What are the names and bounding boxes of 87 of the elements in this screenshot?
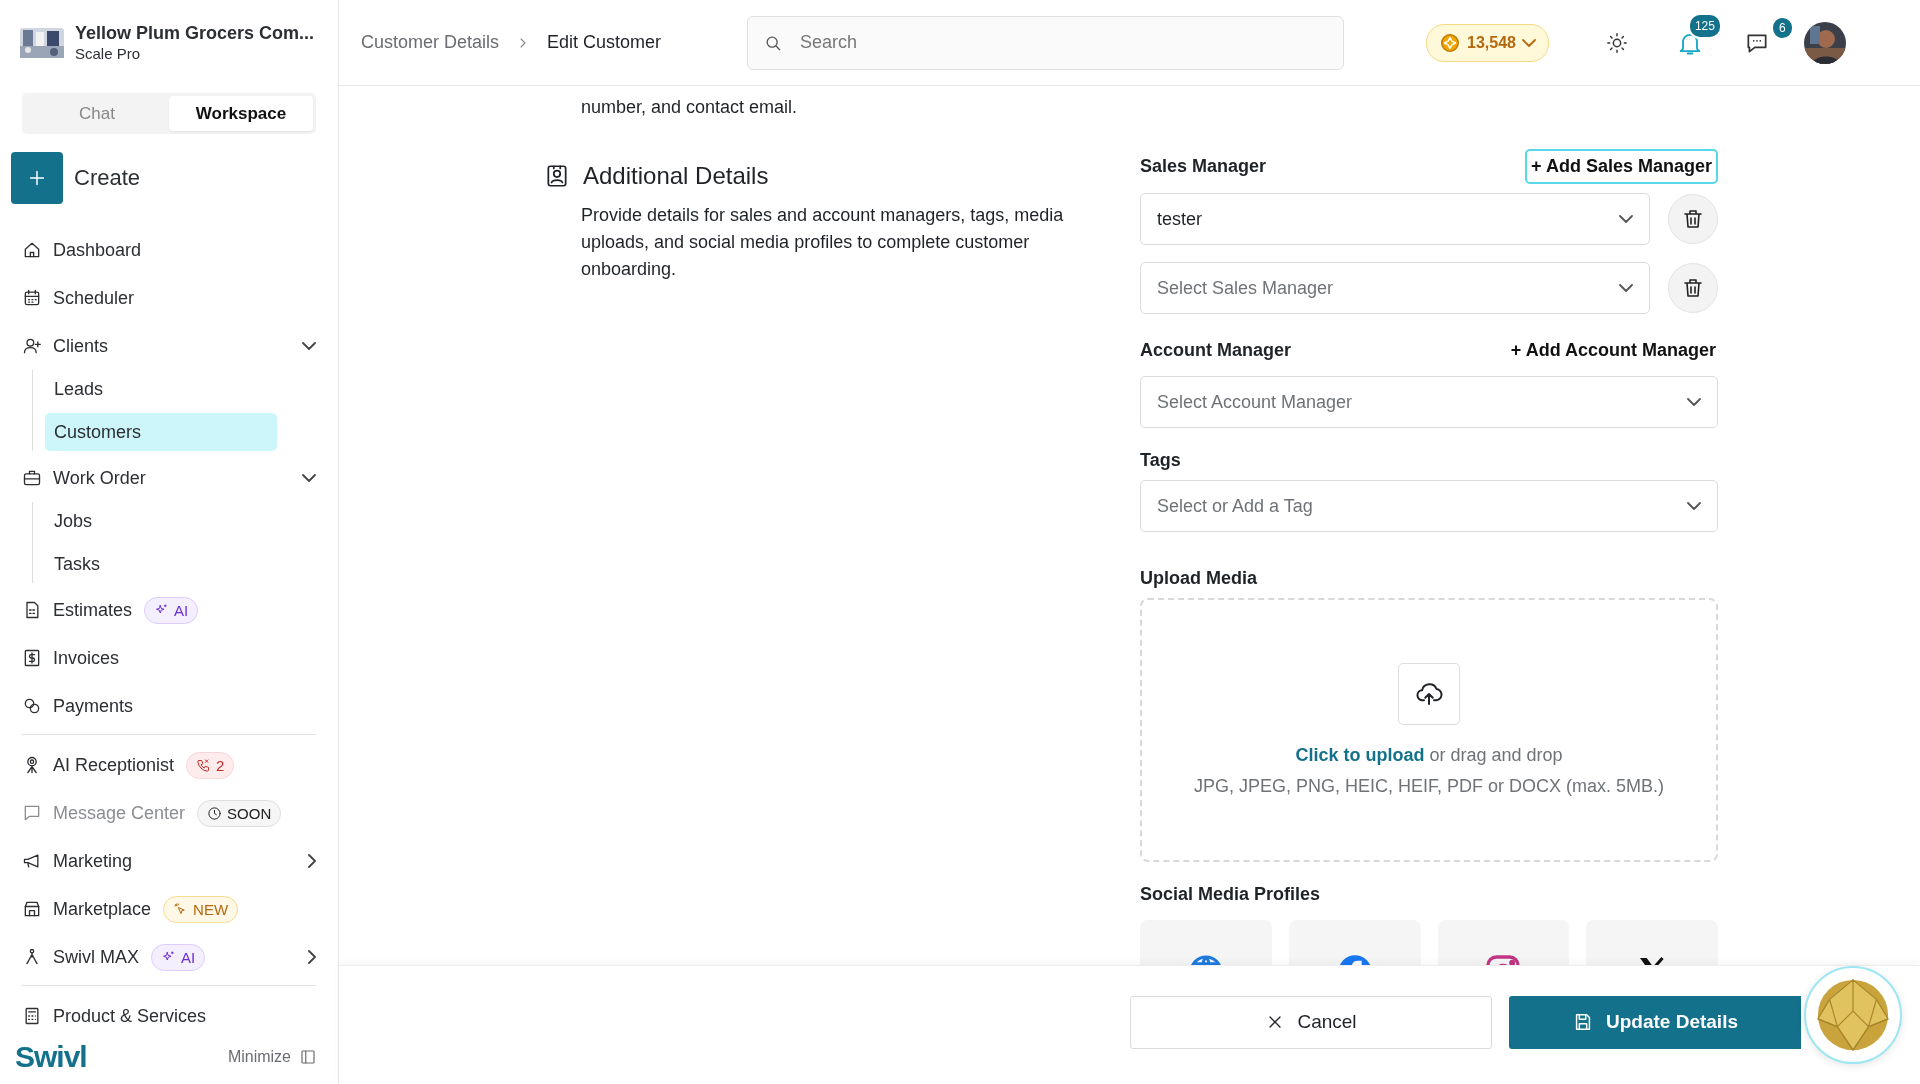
chevron-down-icon: [1619, 215, 1633, 223]
badge-text: 2: [216, 756, 225, 774]
upload-hint: JPG, JPEG, PNG, HEIC, HEIF, PDF or DOCX (max. 5MB.): [1193, 776, 1665, 797]
create-label: Create: [74, 165, 141, 191]
missed-call-icon: [196, 757, 212, 773]
expand-toggle[interactable]: [308, 950, 316, 964]
badge-text: SOON: [227, 804, 272, 822]
upload-dropzone[interactable]: Click to upload or drag and drop JPG, JPEG, PNG, HEIC, HEIF, PDF or DOCX (max. 5MB.): [1140, 598, 1718, 862]
sidebar-item[interactable]: Scheduler: [53, 287, 135, 309]
search-field[interactable]: Search: [747, 15, 1344, 70]
contact-card-icon: [544, 163, 570, 189]
chevron-right-icon: [308, 854, 316, 868]
sidebar-item[interactable]: AI Receptionist: [53, 754, 175, 776]
sidebar-item[interactable]: Marketing: [53, 850, 133, 872]
upload-link[interactable]: Click to upload: [1295, 745, 1425, 765]
trash-icon: [1681, 276, 1705, 300]
chat-bubble-icon: [22, 803, 42, 823]
notification-count: 125: [1687, 12, 1722, 39]
sidebar-subitem[interactable]: Tasks: [45, 545, 277, 583]
plan-name: Scale Pro: [75, 45, 142, 63]
sidebar-item[interactable]: Invoices: [53, 647, 120, 669]
field-label: Account Manager: [1140, 339, 1292, 361]
badge-text: AI: [174, 601, 189, 619]
badge-text: NEW: [193, 900, 229, 918]
create-button[interactable]: [11, 152, 63, 204]
sidebar-item[interactable]: Marketplace: [53, 898, 152, 920]
sidebar-item[interactable]: Dashboard: [53, 239, 142, 261]
add-sales-manager-button[interactable]: + Add Sales Manager: [1525, 148, 1718, 184]
badge-text: AI: [181, 948, 196, 966]
update-details-button[interactable]: Update Details: [1509, 995, 1801, 1049]
home-icon: [22, 240, 42, 260]
breadcrumb-current: Edit Customer: [547, 32, 662, 53]
sidebar-item[interactable]: Work Order: [53, 467, 146, 489]
calendar-icon: [22, 288, 42, 308]
field-label: Upload Media: [1140, 567, 1257, 589]
field-label: Tags: [1140, 449, 1181, 471]
sidebar-item[interactable]: Estimates: [53, 599, 133, 621]
trash-icon: [1681, 207, 1705, 231]
minimize-button[interactable]: Minimize: [221, 1047, 323, 1067]
chevron-down-icon: [302, 342, 316, 350]
breadcrumb-link[interactable]: Customer Details: [361, 32, 500, 53]
clock-icon: [207, 805, 223, 821]
logo: Swivl: [15, 1040, 87, 1074]
chevron-down-icon: [1687, 502, 1701, 510]
coins-icon: [22, 696, 42, 716]
upload-instructions: Click to upload or drag and drop: [1295, 745, 1563, 766]
store-icon: [22, 899, 42, 919]
account-manager-select[interactable]: Select Account Manager: [1140, 376, 1718, 428]
faceted-sphere-icon: [1814, 976, 1892, 1054]
coins-button[interactable]: 13,548: [1426, 23, 1549, 62]
sidebar-subitem[interactable]: Leads: [45, 370, 277, 408]
chevron-down-icon: [302, 474, 316, 482]
sales-manager-select[interactable]: Select Sales Manager: [1140, 262, 1650, 314]
chevron-down-icon: [1521, 38, 1536, 47]
sidebar-item[interactable]: Clients: [53, 335, 109, 357]
field-label: Sales Manager: [1140, 155, 1267, 177]
expand-toggle[interactable]: [302, 474, 316, 482]
user-plus-icon: [22, 336, 42, 356]
dollar-icon: [22, 648, 42, 668]
expand-toggle[interactable]: [302, 342, 316, 350]
delete-button[interactable]: [1668, 194, 1718, 244]
sales-manager-select[interactable]: tester: [1140, 193, 1650, 245]
chevron-down-icon: [1619, 284, 1633, 292]
sidebar-item[interactable]: Swivl MAX: [53, 946, 139, 968]
sidebar-item[interactable]: Product & Services: [53, 1005, 207, 1027]
briefcase-icon: [22, 468, 42, 488]
intro-text: number, and contact email.: [581, 96, 799, 118]
section-description: Provide details for sales and account managers, tags, media uploads, and social media profiles to complete customer onboarding.: [581, 204, 1065, 281]
message-count: 6: [1770, 15, 1794, 40]
company-name: Yellow Plum Grocers Com...: [75, 23, 315, 45]
sidebar-subitem[interactable]: Jobs: [45, 502, 277, 540]
section-title: Additional Details: [583, 162, 769, 190]
sidebar-panel-icon: [299, 1048, 317, 1066]
sidebar-subitem[interactable]: Customers: [45, 413, 277, 451]
cancel-button[interactable]: Cancel: [1130, 995, 1492, 1049]
sun-icon: [1605, 31, 1628, 54]
sidebar-item[interactable]: Payments: [53, 695, 134, 717]
expand-toggle[interactable]: [308, 854, 316, 868]
assistant-button[interactable]: [1804, 966, 1902, 1064]
tags-select[interactable]: Select or Add a Tag: [1140, 480, 1718, 532]
tab[interactable]: Workspace: [169, 96, 313, 131]
coin-icon: [1439, 31, 1461, 54]
chevron-down-icon: [1687, 398, 1701, 406]
chevron-right-icon: [308, 950, 316, 964]
theme-toggle[interactable]: [1605, 31, 1628, 54]
field-label: Social Media Profiles: [1140, 883, 1321, 905]
delete-button[interactable]: [1668, 263, 1718, 313]
